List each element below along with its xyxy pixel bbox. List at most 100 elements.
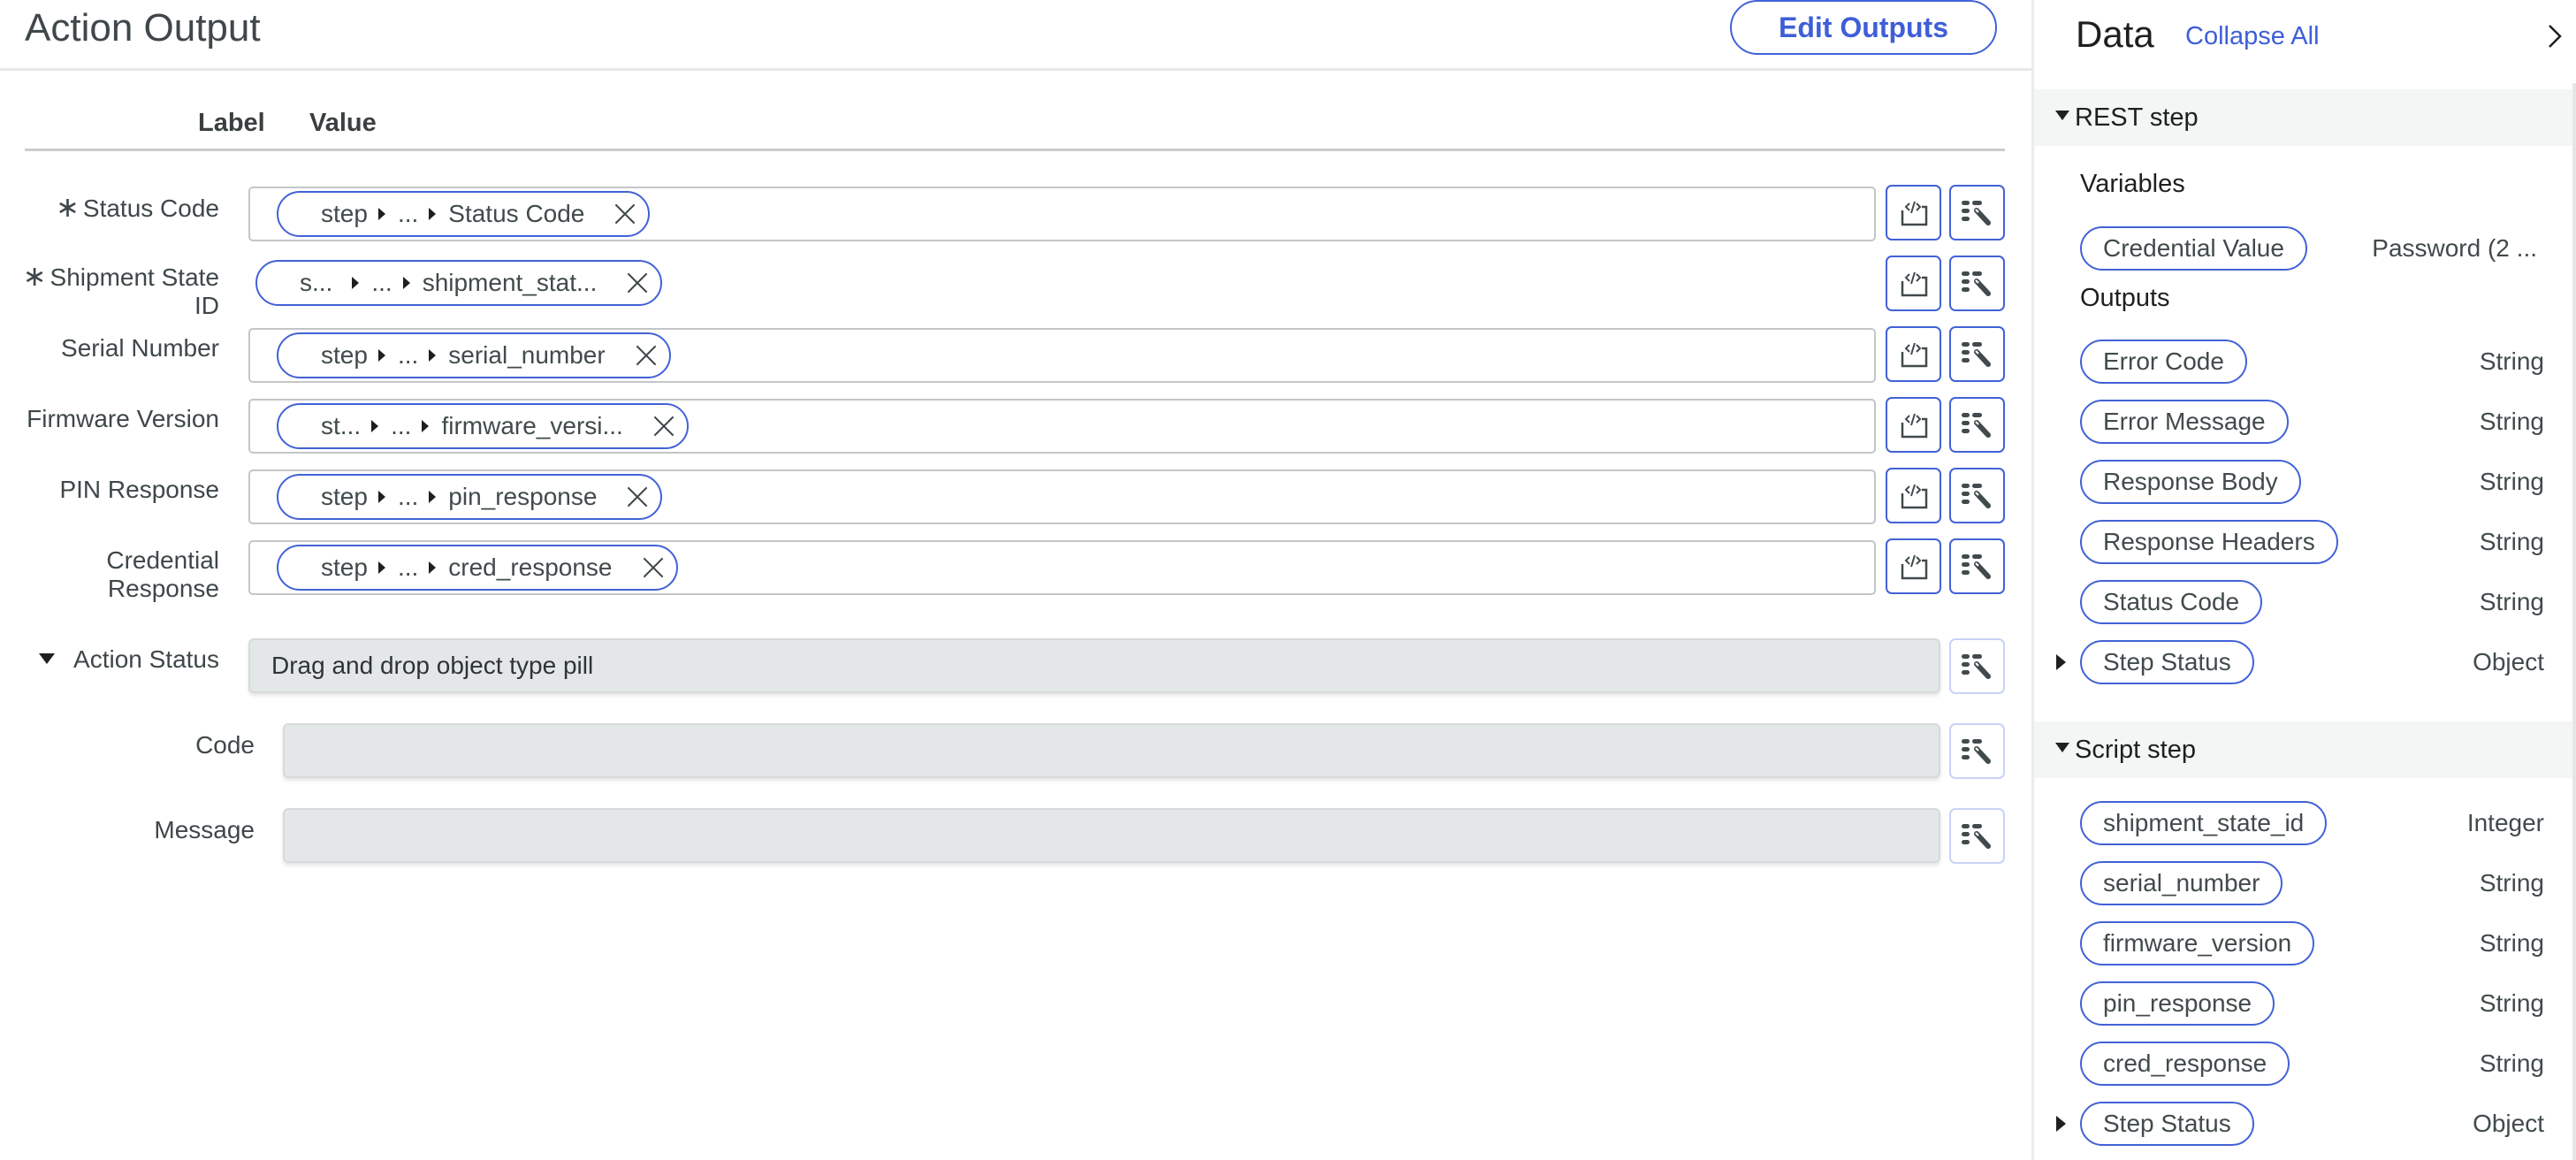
data-pill[interactable]: firmware_version [2080, 921, 2315, 965]
breadcrumb-arrow-icon [377, 561, 385, 574]
data-type: String [2479, 989, 2544, 1017]
code-pill-picker-button[interactable] [1949, 723, 2005, 779]
expand-triangle-icon[interactable] [2056, 654, 2066, 670]
script-button[interactable] [1886, 326, 1941, 382]
data-pill-picker-icon [1961, 483, 1991, 508]
script-button[interactable] [1886, 185, 1941, 240]
data-type: String [2479, 408, 2544, 435]
pill-picker-button[interactable] [1949, 538, 2005, 594]
pill-segment: cred_response [448, 553, 613, 581]
pill-picker-button[interactable] [1949, 185, 2005, 240]
collapse-triangle-icon [2055, 742, 2069, 752]
data-type: String [2479, 869, 2544, 897]
script-icon [1901, 271, 1927, 296]
output-value-field-firmware-version[interactable]: st... ... firmware_versi... [248, 399, 1876, 454]
data-pill[interactable]: Error Message [2080, 400, 2289, 444]
close-icon[interactable] [636, 345, 657, 366]
column-header-label: Label [198, 109, 265, 137]
data-type: Integer [2466, 809, 2544, 836]
message-field[interactable] [283, 808, 1940, 863]
close-icon[interactable] [627, 486, 648, 508]
expand-triangle-icon[interactable] [2056, 1116, 2066, 1132]
breadcrumb-arrow-icon [377, 208, 385, 220]
pill-segment: ... [391, 412, 412, 439]
close-icon[interactable] [627, 272, 648, 294]
pill-segment: firmware_versi... [441, 412, 623, 439]
data-panel-title: Data [2076, 13, 2154, 55]
data-pill-picker-icon [1961, 738, 1991, 764]
action-status-field[interactable]: Drag and drop object type pill [248, 638, 1940, 693]
script-icon [1901, 484, 1927, 508]
output-value-field-status-code[interactable]: step ... Status Code [248, 187, 1876, 241]
close-icon[interactable] [643, 557, 664, 578]
breadcrumb-arrow-icon [429, 208, 437, 220]
output-value-field-pin-response[interactable]: step ... pin_response [248, 469, 1876, 524]
data-pill[interactable]: s... ... shipment_stat... [255, 260, 663, 306]
pill-segment: ... [397, 341, 419, 369]
breadcrumb-arrow-icon [422, 420, 430, 432]
group-label-outputs: Outputs [2080, 284, 2170, 312]
data-panel-scrollbar[interactable] [2572, 83, 2576, 1160]
data-pill[interactable]: shipment_state_id [2080, 801, 2328, 845]
data-pill[interactable]: st... ... firmware_versi... [277, 403, 689, 449]
code-label: Code [195, 731, 255, 759]
output-value-field-serial-number[interactable]: step ... serial_number [248, 328, 1876, 383]
breadcrumb-arrow-icon [402, 277, 410, 289]
code-field[interactable] [283, 723, 1940, 778]
script-icon [1901, 342, 1927, 367]
script-button[interactable] [1886, 256, 1941, 311]
data-pill-picker-icon [1961, 341, 1991, 367]
section-header-rest-step[interactable]: REST step [2034, 89, 2572, 146]
script-button[interactable] [1886, 397, 1941, 453]
data-pill[interactable]: Response Body [2080, 460, 2301, 504]
output-label-shipment-state-id: ∗ Shipment State ID [0, 262, 219, 320]
chevron-right-icon[interactable] [2546, 23, 2564, 50]
required-marker: ∗ [56, 191, 80, 223]
data-pill[interactable]: Error Code [2080, 340, 2247, 384]
action-status-label: Action Status [73, 645, 219, 673]
script-button[interactable] [1886, 468, 1941, 523]
data-pill[interactable]: pin_response [2080, 981, 2275, 1026]
data-pill[interactable]: Step Status [2080, 1102, 2254, 1146]
data-pill-credential-value[interactable]: Credential Value [2080, 226, 2307, 271]
breadcrumb-arrow-icon [429, 349, 437, 362]
breadcrumb-arrow-icon [429, 561, 437, 574]
data-pill[interactable]: cred_response [2080, 1042, 2290, 1086]
output-label-text: Status Code [82, 195, 219, 222]
data-pill[interactable]: Step Status [2080, 640, 2254, 684]
section-title: Script step [2075, 735, 2196, 764]
script-button[interactable] [1886, 538, 1941, 594]
page-title: Action Output [25, 6, 261, 50]
pill-segment: shipment_stat... [422, 269, 598, 296]
message-pill-picker-button[interactable] [1949, 808, 2005, 864]
section-header-script-step[interactable]: Script step [2034, 721, 2572, 778]
data-pill[interactable]: serial_number [2080, 861, 2283, 905]
panel-divider [2031, 0, 2034, 1160]
close-icon[interactable] [614, 203, 636, 225]
edit-outputs-button[interactable]: Edit Outputs [1730, 0, 1997, 55]
data-pill[interactable]: Status Code [2080, 580, 2263, 624]
data-type: String [2479, 347, 2544, 375]
breadcrumb-arrow-icon [377, 491, 385, 503]
pill-picker-button[interactable] [1949, 326, 2005, 382]
section-title: REST step [2075, 103, 2199, 132]
pill-picker-button[interactable] [1949, 468, 2005, 523]
data-pill[interactable]: step ... cred_response [277, 545, 678, 591]
action-status-pill-picker-button[interactable] [1949, 638, 2005, 694]
pill-picker-button[interactable] [1949, 397, 2005, 453]
pill-picker-button[interactable] [1949, 256, 2005, 311]
pill-segment: s... [300, 269, 333, 296]
data-pill[interactable]: step ... Status Code [277, 191, 651, 237]
data-pill[interactable]: step ... serial_number [277, 332, 671, 378]
pill-segment: pin_response [448, 483, 598, 510]
collapse-all-link[interactable]: Collapse All [2185, 18, 2320, 55]
output-label-pin-response: PIN Response [59, 476, 219, 503]
output-value-field-credential-response[interactable]: step ... cred_response [248, 540, 1876, 595]
pill-segment: step [321, 341, 368, 369]
pill-segment: serial_number [448, 341, 606, 369]
output-value-field-shipment-state-id[interactable]: s... ... shipment_stat... [248, 256, 1876, 310]
close-icon[interactable] [653, 416, 674, 437]
required-marker: ∗ [22, 260, 47, 292]
script-icon [1901, 201, 1927, 225]
data-pill[interactable]: step ... pin_response [277, 474, 663, 520]
